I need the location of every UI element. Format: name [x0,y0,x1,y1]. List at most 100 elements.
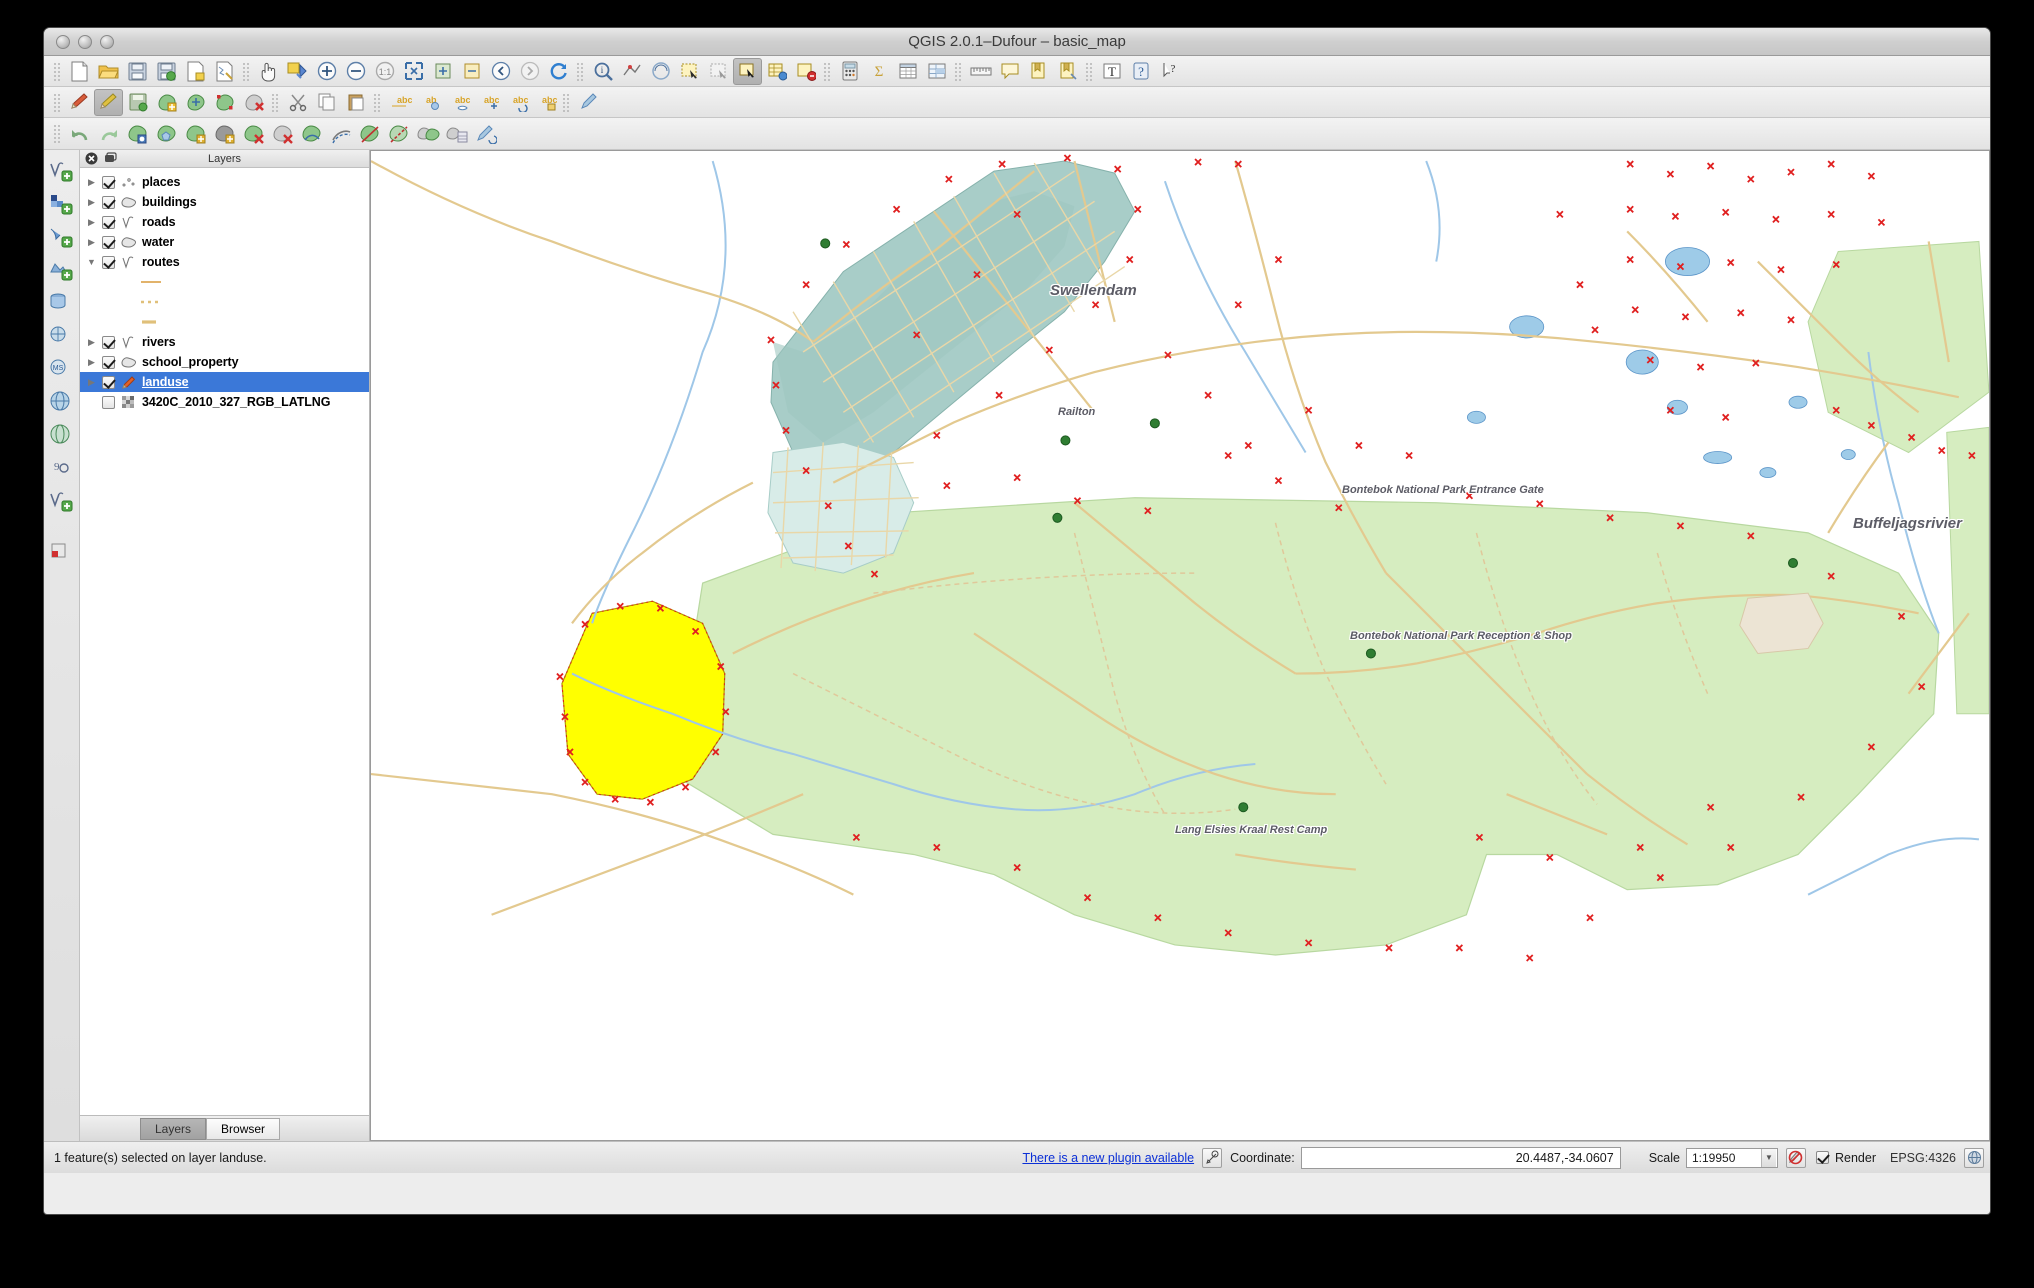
digitizing-toolbar[interactable]: abc ab abc abc abc abc [44,87,1990,118]
current-edits-button[interactable] [94,88,123,116]
zoom-full-button[interactable]: 1:1 [370,58,399,85]
layer-row-raster[interactable]: ▶ 3420C_2010_327_RGB_LATLNG [80,392,369,412]
delete-selected-button[interactable] [239,89,268,116]
add-feature-button[interactable] [152,89,181,116]
expander-icon[interactable]: ▶ [86,177,97,188]
layer-visibility-checkbox[interactable] [102,235,115,249]
zoom-last-button[interactable] [486,58,515,85]
expander-icon[interactable]: ▶ [86,237,97,248]
zoom-next-button[interactable] [515,58,544,85]
layer-visibility-checkbox[interactable] [102,215,115,229]
select-single-feature-button[interactable] [733,57,762,85]
add-spatialite-layer-button[interactable] [48,323,76,349]
crs-status-icon[interactable] [1964,1147,1984,1168]
add-wfs-layer-button[interactable]: 9 [48,455,76,481]
label-grip[interactable] [373,92,382,112]
reshape-features-button[interactable] [297,120,326,147]
merge-features-button[interactable] [413,120,442,147]
maximize-button[interactable] [100,35,114,49]
layer-row-buildings[interactable]: ▶ buildings [80,192,369,212]
expander-icon[interactable]: ▶ [86,357,97,368]
layer-visibility-checkbox[interactable] [102,335,115,349]
add-part-button[interactable] [181,120,210,147]
expander-icon[interactable]: ▶ [86,337,97,348]
pan-to-selection-button[interactable] [283,58,312,85]
layer-row-roads[interactable]: ▶ roads [80,212,369,232]
new-project-button[interactable] [65,58,94,85]
advanced-digitizing-toolbar[interactable] [44,118,1990,150]
measure-distance-button[interactable] [966,58,995,85]
new-bookmark-button[interactable] [1024,58,1053,85]
tab-browser[interactable]: Browser [206,1117,281,1140]
expander-icon[interactable]: ▶ [86,197,97,208]
chevron-down-icon[interactable]: ▼ [1760,1148,1776,1167]
open-project-button[interactable] [94,58,123,85]
move-feature-button[interactable] [181,89,210,116]
whats-this-button[interactable]: ? [1155,58,1184,85]
plugin-icon[interactable] [1202,1147,1223,1168]
panel-tabs[interactable]: Layers Browser [80,1115,369,1141]
layer-row-places[interactable]: ▶ places [80,172,369,192]
expander-icon[interactable]: ▼ [86,257,97,267]
copy-features-button[interactable] [312,89,341,116]
deselect-features-button[interactable] [704,58,733,85]
layer-row-routes[interactable]: ▼ routes [80,252,369,272]
save-layer-edits-button[interactable] [123,89,152,116]
zoom-in-button[interactable] [312,58,341,85]
open-attribute-table-button[interactable] [762,58,791,85]
open-table-button[interactable] [893,58,922,85]
expression-select-button[interactable]: Σ [864,58,893,85]
manage-layers-toolbar[interactable]: MS 9 [44,150,80,1141]
expander-icon[interactable]: ▶ [86,377,97,388]
add-delimited-text-layer-button[interactable] [48,488,76,514]
measure-line-button[interactable] [617,58,646,85]
merge-attributes-button[interactable] [442,120,471,147]
zoom-out-button[interactable] [341,58,370,85]
toggle-editing-button[interactable] [65,89,94,116]
offset-curve-button[interactable] [326,120,355,147]
digitizing-grip[interactable] [53,92,62,112]
rotate-label-button[interactable]: abc [501,89,530,116]
layer-visibility-checkbox[interactable] [102,255,115,269]
layer-visibility-checkbox[interactable] [102,195,115,209]
identify-features-button[interactable]: i [588,58,617,85]
new-shapefile-layer-button[interactable] [48,539,76,565]
style-grip[interactable] [562,92,571,112]
node-tool-button[interactable] [210,89,239,116]
add-wcs-layer-button[interactable] [48,422,76,448]
toolbar-grip-3[interactable] [576,61,585,81]
toolbar-grip-6[interactable] [1085,61,1094,81]
add-postgis-layer-button[interactable] [48,290,76,316]
text-annotation-button[interactable]: T [1097,58,1126,85]
refresh-button[interactable] [544,58,573,85]
redo-button[interactable] [94,120,123,147]
undo-button[interactable] [65,120,94,147]
show-hide-labels-button[interactable]: abc [443,89,472,116]
render-checkbox[interactable] [1815,1151,1829,1164]
scale-combo[interactable]: 1:19950 ▼ [1685,1147,1778,1168]
advanced-grip[interactable] [53,124,62,143]
map-canvas[interactable]: Swellendam Railton Bontebok National Par… [370,150,1990,1141]
zoom-to-selection-button[interactable] [457,58,486,85]
simplify-feature-button[interactable] [123,120,152,147]
table-manager-button[interactable] [922,58,951,85]
move-label-button[interactable]: abc [472,89,501,116]
main-toolbar[interactable]: 1:1 i Σ T ? ? [44,56,1990,87]
tab-layers[interactable]: Layers [140,1117,207,1140]
zoom-to-extent-button[interactable] [399,58,428,85]
layer-row-school-property[interactable]: ▶ school_property [80,352,369,372]
layer-visibility-checkbox[interactable] [102,375,115,389]
plugin-available-link[interactable]: There is a new plugin available [1022,1151,1194,1165]
new-spatialite-layer-button[interactable] [48,191,76,217]
delete-part-button[interactable] [268,120,297,147]
window-controls[interactable] [56,35,114,49]
new-print-composer-button[interactable] [181,58,210,85]
delete-ring-button[interactable] [239,120,268,147]
measure-area-button[interactable] [646,58,675,85]
split-parts-button[interactable] [384,120,413,147]
style-manager-button[interactable] [574,89,603,116]
rotate-point-symbols-button[interactable] [471,120,500,147]
field-calculator-button[interactable] [835,58,864,85]
pin-labels-button[interactable]: ab [414,89,443,116]
add-mssql-layer-button[interactable]: MS [48,356,76,382]
